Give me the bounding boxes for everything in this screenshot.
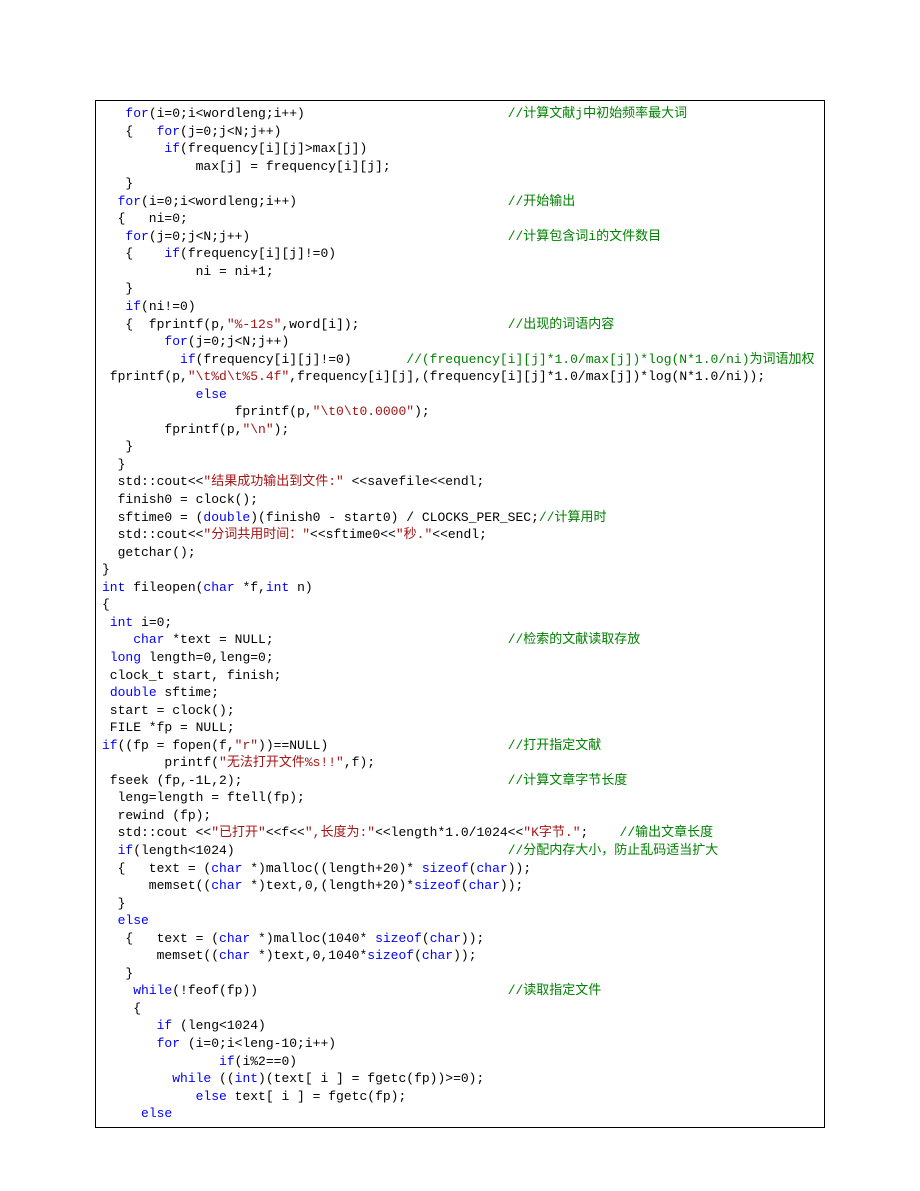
code-line: { for(j=0;j<N;j++) — [102, 123, 818, 141]
code-line: rewind (fp); — [102, 807, 818, 825]
code-line: sftime0 = (double)(finish0 - start0) / C… — [102, 509, 818, 527]
code-line: memset((char *)text,0,1040*sizeof(char))… — [102, 947, 818, 965]
code-line: fprintf(p,"\t0\t0.0000"); — [102, 403, 818, 421]
code-line: if(ni!=0) — [102, 298, 818, 316]
code-line: for(j=0;j<N;j++) — [102, 333, 818, 351]
code-line: getchar(); — [102, 544, 818, 562]
code-line: for(i=0;i<wordleng;i++) //开始输出 — [102, 193, 818, 211]
code-line: { ni=0; — [102, 210, 818, 228]
code-line: fseek (fp,-1L,2); //计算文章字节长度 — [102, 772, 818, 790]
code-line: max[j] = frequency[i][j]; — [102, 158, 818, 176]
code-line: else — [102, 386, 818, 404]
code-line: int fileopen(char *f,int n) — [102, 579, 818, 597]
code-line: memset((char *)text,0,(length+20)*sizeof… — [102, 877, 818, 895]
code-line: for(j=0;j<N;j++) //计算包含词i的文件数目 — [102, 228, 818, 246]
code-line: else — [102, 1105, 818, 1123]
code-line: if(frequency[i][j]!=0) //(frequency[i][j… — [102, 351, 818, 369]
code-line: { text = (char *)malloc(1040* sizeof(cha… — [102, 930, 818, 948]
code-line: else — [102, 912, 818, 930]
code-line: { — [102, 1000, 818, 1018]
code-line: else text[ i ] = fgetc(fp); — [102, 1088, 818, 1106]
code-line: std::cout <<"已打开"<<f<<",长度为:"<<length*1.… — [102, 824, 818, 842]
code-line: if(length<1024) //分配内存大小，防止乱码适当扩大 — [102, 842, 818, 860]
code-line: int i=0; — [102, 614, 818, 632]
code-line: finish0 = clock(); — [102, 491, 818, 509]
code-line: std::cout<<"分词共用时间："<<sftime0<<"秒."<<end… — [102, 526, 818, 544]
code-listing: for(i=0;i<wordleng;i++) //计算文献j中初始频率最大词 … — [95, 100, 825, 1128]
code-line: { — [102, 596, 818, 614]
code-line: fprintf(p,"\n"); — [102, 421, 818, 439]
code-line: FILE *fp = NULL; — [102, 719, 818, 737]
code-line: char *text = NULL; //检索的文献读取存放 — [102, 631, 818, 649]
code-line: } — [102, 438, 818, 456]
code-line: clock_t start, finish; — [102, 667, 818, 685]
code-line: if (leng<1024) — [102, 1017, 818, 1035]
code-line: start = clock(); — [102, 702, 818, 720]
code-line: } — [102, 280, 818, 298]
code-line: std::cout<<"结果成功输出到文件:" <<savefile<<endl… — [102, 473, 818, 491]
code-line: } — [102, 456, 818, 474]
code-line: if(frequency[i][j]>max[j]) — [102, 140, 818, 158]
code-line: while(!feof(fp)) //读取指定文件 — [102, 982, 818, 1000]
code-line: { if(frequency[i][j]!=0) — [102, 245, 818, 263]
code-line: if(i%2==0) — [102, 1053, 818, 1071]
code-line: } — [102, 965, 818, 983]
code-line: for(i=0;i<wordleng;i++) //计算文献j中初始频率最大词 — [102, 105, 818, 123]
code-line: fprintf(p,"\t%d\t%5.4f",frequency[i][j],… — [102, 368, 818, 386]
code-line: for (i=0;i<leng-10;i++) — [102, 1035, 818, 1053]
code-line: printf("无法打开文件%s!!",f); — [102, 754, 818, 772]
code-line: } — [102, 561, 818, 579]
code-line: double sftime; — [102, 684, 818, 702]
code-line: long length=0,leng=0; — [102, 649, 818, 667]
code-line: leng=length = ftell(fp); — [102, 789, 818, 807]
code-line: } — [102, 895, 818, 913]
code-line: ni = ni+1; — [102, 263, 818, 281]
code-line: { text = (char *)malloc((length+20)* siz… — [102, 860, 818, 878]
page: for(i=0;i<wordleng;i++) //计算文献j中初始频率最大词 … — [0, 0, 920, 1191]
code-line: if((fp = fopen(f,"r"))==NULL) //打开指定文献 — [102, 737, 818, 755]
code-line: { fprintf(p,"%-12s",word[i]); //出现的词语内容 — [102, 316, 818, 334]
code-line: } — [102, 175, 818, 193]
code-line: while ((int)(text[ i ] = fgetc(fp))>=0); — [102, 1070, 818, 1088]
